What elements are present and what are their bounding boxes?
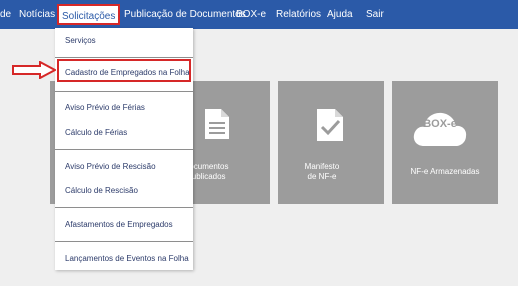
nav-item-box-e[interactable]: BOX-e (236, 0, 266, 29)
menu-item-aviso-previo-ferias[interactable]: Aviso Prévio de Férias (65, 103, 145, 113)
menu-item-aviso-previo-rescisao[interactable]: Aviso Prévio de Rescisão (65, 162, 156, 172)
menu-item-calculo-rescisao[interactable]: Cálculo de Rescisão (65, 186, 138, 196)
document-icon (205, 109, 229, 139)
menu-item-calculo-ferias[interactable]: Cálculo de Férias (65, 128, 127, 138)
nav-item-noticias[interactable]: Notícias (19, 0, 55, 29)
nav-item-publicacao-documentos[interactable]: Publicação de Documentos (124, 0, 246, 29)
menu-divider (55, 149, 193, 150)
tile-manifesto-nfe[interactable]: Manifesto de NF-e (278, 81, 384, 204)
pointer-arrow-icon (12, 61, 56, 79)
nav-item-ajuda[interactable]: Ajuda (327, 0, 353, 29)
menu-divider (55, 57, 193, 58)
menu-item-lancamentos-eventos[interactable]: Lançamentos de Eventos na Folha (65, 254, 189, 264)
nav-item-sair[interactable]: Sair (366, 0, 384, 29)
nav-item-relatorios[interactable]: Relatórios (276, 0, 321, 29)
menu-item-servicos[interactable]: Serviços (65, 36, 96, 46)
nav-item-partial[interactable]: de (0, 0, 11, 29)
tile-label: NF-e Armazenadas (410, 167, 480, 176)
nav-item-solicitacoes[interactable]: Solicitações (57, 4, 121, 25)
document-check-icon (317, 109, 343, 141)
menu-divider (55, 241, 193, 242)
menu-divider (55, 91, 193, 92)
box-e-badge: BOX-e (423, 118, 457, 130)
menu-item-afastamentos[interactable]: Afastamentos de Empregados (65, 220, 173, 230)
tile-nfe-armazenadas[interactable]: BOX-e NF-e Armazenadas (392, 81, 498, 204)
top-navigation-bar: de Notícias Solicitações Publicação de D… (0, 0, 518, 29)
tile-label: Manifesto de NF-e (304, 162, 340, 181)
highlight-box (57, 59, 191, 82)
menu-divider (55, 207, 193, 208)
